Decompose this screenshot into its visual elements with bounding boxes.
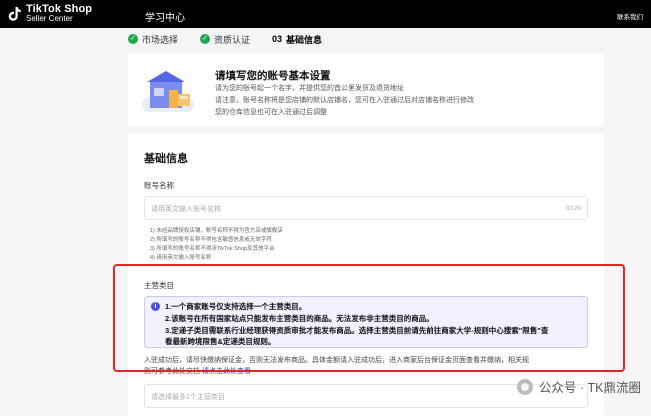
tiktok-shop-logo[interactable]: TikTok Shop Seller Center xyxy=(8,3,128,23)
step-market[interactable]: ✓ 市场选择 xyxy=(128,33,178,46)
step-label: 市场选择 xyxy=(142,34,179,45)
step-label: 资质认证 xyxy=(214,34,251,45)
highlight-annotation-box xyxy=(113,264,625,372)
wechat-watermark: 公众号 · TK鼎流圈 xyxy=(516,377,641,396)
top-bar: TikTok Shop Seller Center 学习中心 联系我们 xyxy=(0,0,651,28)
intro-title: 请填写您的账号基本设置 xyxy=(215,70,331,82)
tiktok-logo-icon xyxy=(8,6,22,22)
check-circle-icon: ✓ xyxy=(200,34,211,44)
account-setup-intro-card: 请填写您的账号基本设置 请为您的账号起一个名字，并提供您的首公里发货及退货地址 … xyxy=(128,54,604,126)
wechat-logo-icon xyxy=(516,378,533,395)
nav-learning-center[interactable]: 学习中心 xyxy=(145,9,185,24)
intro-line: 请为您的账号起一个名字，并提供您的首公里发货及退货地址 xyxy=(215,85,404,92)
shop-illustration-icon xyxy=(142,68,194,114)
watermark-text: 公众号 · TK鼎流圈 xyxy=(538,381,641,395)
progress-steps: ✓ 市场选择 ✓ 资质认证 03 基础信息 xyxy=(128,32,344,46)
step-basic-info: 03 基础信息 xyxy=(272,33,322,46)
account-name-hint: 1) 未经品牌授权店铺，账号名称不得为官方店或旗舰店 xyxy=(150,228,283,234)
contact-us-link[interactable]: 联系我们 xyxy=(617,11,643,21)
check-circle-icon: ✓ xyxy=(128,34,138,44)
account-name-placeholder: 请用英文输入账号名称 xyxy=(151,206,221,213)
section-title: 基础信息 xyxy=(144,153,188,165)
account-name-label: 账号名称 xyxy=(144,181,174,190)
char-count: 0/120 xyxy=(565,206,581,212)
account-name-input[interactable]: 请用英文输入账号名称 0/120 xyxy=(144,196,588,220)
step-label: 基础信息 xyxy=(286,34,323,45)
intro-line: 请注意，账号名称将是您店铺的默认店铺名，您可在入驻通过后对店铺名称进行修改 xyxy=(215,97,474,104)
logo-subtitle: Seller Center xyxy=(26,14,73,23)
logo-title: TikTok Shop xyxy=(26,3,93,15)
account-name-hint: 4) 请用英文输入账号名称 xyxy=(150,255,212,261)
step-number: 03 xyxy=(272,34,283,44)
category-select-placeholder: 请选择最多1个主营类目 xyxy=(151,394,225,401)
intro-line: 您的仓库信息也可在入驻通过后调整 xyxy=(215,109,327,116)
account-name-hint: 3) 所填写的账号名称不得涉TikTok Shop及其他平台 xyxy=(150,246,275,252)
account-name-hint: 2) 所填写的账号名称不得包含敏感信息或无效字符 xyxy=(150,237,272,243)
step-qualification[interactable]: ✓ 资质认证 xyxy=(200,33,250,46)
